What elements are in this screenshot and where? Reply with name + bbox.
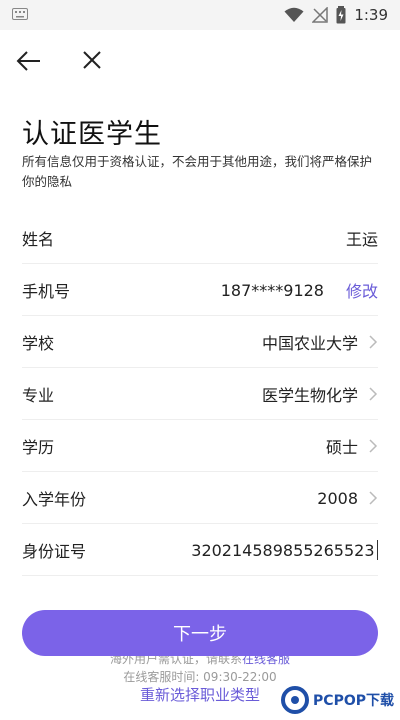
id-number-label: 身份证号 bbox=[22, 541, 87, 561]
watermark-text: PCPOP下载 bbox=[313, 693, 394, 709]
name-label: 姓名 bbox=[22, 229, 55, 249]
verification-form: 姓名 王运 手机号 187****9128 修改 学校 中国农业大学 专业 医学… bbox=[22, 212, 378, 576]
keyboard-icon bbox=[12, 8, 28, 20]
form-row-name: 姓名 王运 bbox=[22, 212, 378, 264]
form-row-school[interactable]: 学校 中国农业大学 bbox=[22, 316, 378, 368]
page-description: 所有信息仅用于资格认证，不会用于其他用途，我们将严格保护你的隐私 bbox=[22, 154, 373, 189]
chevron-right-icon bbox=[369, 439, 378, 453]
form-row-id-number: 身份证号 320214589855265523 bbox=[22, 524, 378, 576]
close-icon[interactable] bbox=[78, 46, 106, 74]
back-arrow-icon[interactable] bbox=[14, 46, 44, 76]
top-bar bbox=[0, 38, 400, 82]
text-caret bbox=[376, 540, 378, 560]
id-number-input[interactable]: 320214589855265523 bbox=[191, 524, 378, 576]
next-step-button[interactable]: 下一步 bbox=[22, 610, 378, 656]
chevron-right-icon bbox=[369, 491, 378, 505]
degree-label: 学历 bbox=[22, 437, 55, 457]
form-row-major[interactable]: 专业 医学生物化学 bbox=[22, 368, 378, 420]
enrollment-year-label: 入学年份 bbox=[22, 489, 87, 509]
chevron-right-icon bbox=[369, 335, 378, 349]
status-time: 1:39 bbox=[354, 6, 388, 24]
id-number-value: 320214589855265523 bbox=[191, 540, 375, 560]
phone-value: 187****9128 bbox=[220, 280, 324, 300]
major-label: 专业 bbox=[22, 385, 55, 405]
wifi-icon bbox=[284, 7, 304, 22]
school-label: 学校 bbox=[22, 333, 55, 353]
status-bar: 1:39 bbox=[0, 0, 400, 30]
watermark-logo: PCPOP下载 bbox=[281, 686, 394, 714]
major-value: 医学生物化学 bbox=[261, 386, 358, 405]
battery-charging-icon bbox=[336, 6, 346, 24]
form-row-degree[interactable]: 学历 硕士 bbox=[22, 420, 378, 472]
service-hours: 在线客服时间: 09:30-22:00 bbox=[123, 670, 277, 684]
phone-label: 手机号 bbox=[22, 281, 71, 301]
edit-phone-button[interactable]: 修改 bbox=[346, 278, 378, 302]
name-value: 王运 bbox=[345, 230, 378, 249]
form-row-phone: 手机号 187****9128 修改 bbox=[22, 264, 378, 316]
form-row-enrollment-year[interactable]: 入学年份 2008 bbox=[22, 472, 378, 524]
page-title: 认证医学生 bbox=[22, 119, 162, 150]
no-signal-icon bbox=[312, 7, 329, 23]
enrollment-year-value: 2008 bbox=[317, 488, 358, 508]
chevron-right-icon bbox=[369, 387, 378, 401]
pcpop-logo-icon bbox=[281, 686, 310, 714]
degree-value: 硕士 bbox=[325, 438, 358, 457]
school-value: 中国农业大学 bbox=[261, 334, 358, 353]
